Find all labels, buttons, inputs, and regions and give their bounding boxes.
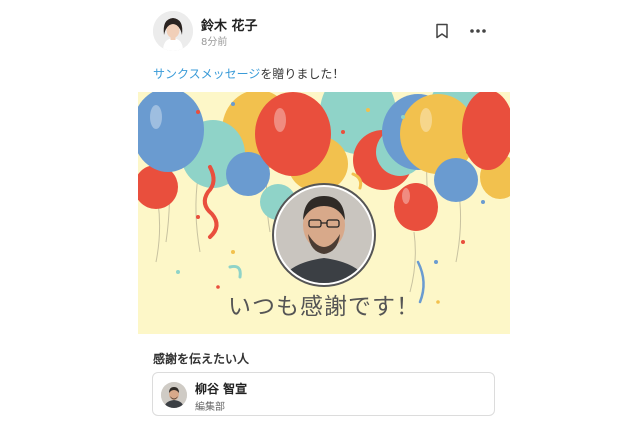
recipient-department: 編集部 xyxy=(195,402,225,413)
recipient-card[interactable]: 柳谷 智宣 編集部 xyxy=(152,372,495,416)
post-timestamp: 8分前 xyxy=(201,37,228,48)
post-message-rest: を贈りました！ xyxy=(260,67,345,81)
more-icon[interactable] xyxy=(469,23,487,37)
recipient-avatar xyxy=(161,382,187,408)
thank-you-card: いつも感謝です！ xyxy=(138,92,510,334)
author-name[interactable]: 鈴木 花子 xyxy=(201,15,258,34)
thanks-message-link[interactable]: サンクスメッセージ xyxy=(153,67,260,81)
bookmark-icon[interactable] xyxy=(435,23,449,39)
card-message: いつも感謝です！ xyxy=(228,294,420,320)
author-avatar[interactable] xyxy=(153,11,193,51)
post-message: サンクスメッセージを贈りました！ xyxy=(153,65,344,82)
recipient-name: 柳谷 智宣 xyxy=(195,382,248,396)
recipients-heading: 感謝を伝えたい人 xyxy=(153,352,250,366)
recipient-photo xyxy=(161,382,187,408)
author-photo xyxy=(153,11,193,51)
post-header: 鈴木 花子 8分前 xyxy=(153,11,493,53)
